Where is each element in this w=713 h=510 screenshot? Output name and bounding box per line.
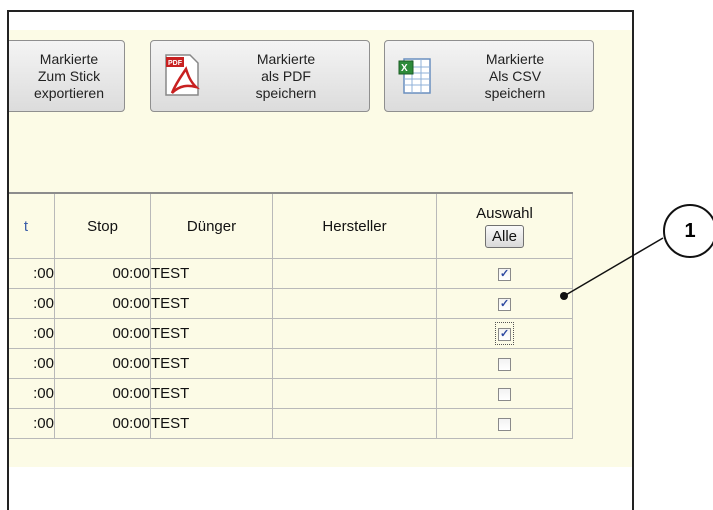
start-cell: :00 [9,348,55,379]
table-header-row: t Stop Dünger Hersteller Auswahl Alle [9,192,573,259]
duenger-cell: TEST [150,408,273,439]
save-as-csv-button[interactable]: X Markierte Als CSV speichern [384,40,594,112]
stop-cell: 00:00 [54,288,151,319]
select-all-button[interactable]: Alle [484,224,524,248]
auswahl-cell [436,288,573,319]
svg-text:X: X [401,63,408,74]
column-header-stop[interactable]: Stop [54,192,151,259]
start-cell: :00 [9,408,55,439]
save-as-pdf-button[interactable]: PDF Markierte als PDF speichern [150,40,370,112]
svg-text:PDF: PDF [168,60,183,67]
stop-cell: 00:00 [54,258,151,289]
hersteller-cell [272,288,437,319]
table-row[interactable]: :00 00:00 TEST [9,258,573,289]
hersteller-cell [272,378,437,409]
content-panel: Markierte Zum Stick exportieren PDF Mark… [9,30,632,467]
export-to-stick-button[interactable]: Markierte Zum Stick exportieren [9,40,125,112]
row-select-checkbox[interactable] [498,417,511,431]
callout-marker: 1 [663,204,713,258]
table-row[interactable]: :00 00:00 TEST [9,378,573,409]
auswahl-cell [436,258,573,289]
hersteller-cell [272,348,437,379]
duenger-cell: TEST [150,378,273,409]
auswahl-cell [436,408,573,439]
table-row[interactable]: :00 00:00 TEST [9,408,573,439]
row-select-checkbox[interactable] [498,327,511,341]
start-cell: :00 [9,318,55,349]
duenger-cell: TEST [150,348,273,379]
start-cell: :00 [9,288,55,319]
start-cell: :00 [9,258,55,289]
stop-cell: 00:00 [54,318,151,349]
row-select-checkbox[interactable] [498,387,511,401]
column-header-start[interactable]: t [9,192,55,259]
column-header-auswahl: Auswahl Alle [436,192,573,259]
auswahl-cell [436,318,573,349]
table-row[interactable]: :00 00:00 TEST [9,288,573,319]
column-header-duenger[interactable]: Dünger [150,192,273,259]
auswahl-label: Auswahl [476,204,533,222]
fertilizer-table: t Stop Dünger Hersteller Auswahl Alle :0… [9,192,573,439]
stop-cell: 00:00 [54,408,151,439]
auswahl-cell [436,348,573,379]
row-select-checkbox[interactable] [498,267,511,281]
export-to-stick-label: Markierte Zum Stick exportieren [33,50,104,101]
row-select-checkbox[interactable] [498,357,511,371]
table-row[interactable]: :00 00:00 TEST [9,348,573,379]
spreadsheet-icon: X [398,58,431,94]
focus-outline [495,322,514,345]
duenger-cell: TEST [150,258,273,289]
hersteller-cell [272,318,437,349]
pdf-file-icon: PDF [165,54,200,96]
save-as-pdf-label: Markierte als PDF speichern [255,50,317,101]
save-as-csv-label: Markierte Als CSV speichern [484,50,546,101]
stop-cell: 00:00 [54,378,151,409]
stop-cell: 00:00 [54,348,151,379]
row-select-checkbox[interactable] [498,297,511,311]
column-header-hersteller[interactable]: Hersteller [272,192,437,259]
hersteller-cell [272,258,437,289]
table-row[interactable]: :00 00:00 TEST [9,318,573,349]
callout-number: 1 [684,219,696,242]
duenger-cell: TEST [150,288,273,319]
duenger-cell: TEST [150,318,273,349]
start-cell: :00 [9,378,55,409]
hersteller-cell [272,408,437,439]
auswahl-cell [436,378,573,409]
